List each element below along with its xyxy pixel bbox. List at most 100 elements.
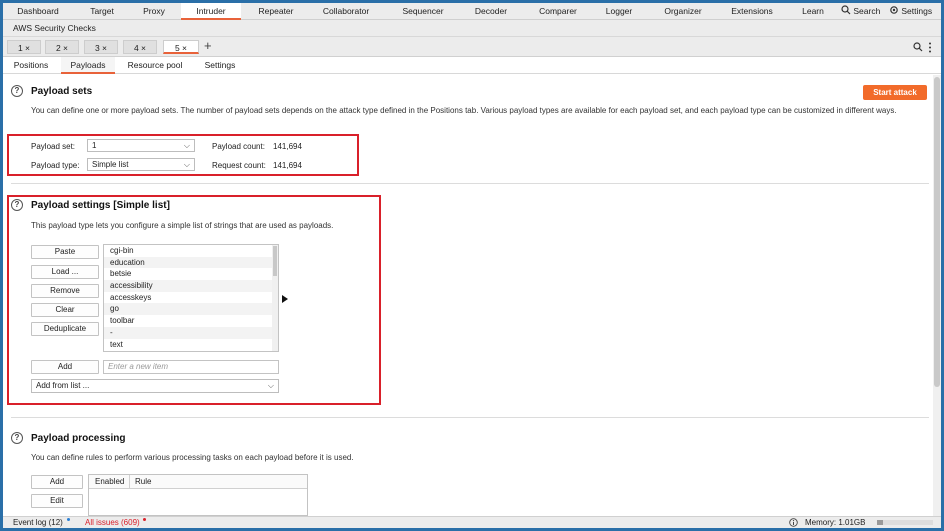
list-item[interactable]: - bbox=[104, 326, 278, 339]
new-tab-plus-icon[interactable]: + bbox=[204, 38, 212, 53]
section-divider bbox=[11, 417, 929, 418]
attack-tab-4[interactable]: 4 × bbox=[123, 40, 157, 54]
attack-tab-1[interactable]: 1 × bbox=[7, 40, 41, 54]
list-item[interactable]: toolbar bbox=[104, 315, 278, 327]
payload-count-label: Payload count: bbox=[212, 142, 265, 151]
attack-tab-2[interactable]: 2 × bbox=[45, 40, 79, 54]
status-bar: Event log (12) All issues (609) Memory: … bbox=[3, 516, 941, 528]
tab-comparer[interactable]: Comparer bbox=[527, 3, 589, 20]
memory-bar bbox=[877, 520, 933, 525]
tab-resource-pool[interactable]: Resource pool bbox=[123, 57, 187, 74]
chevron-down-icon: ⌵ bbox=[183, 141, 190, 150]
event-log-indicator bbox=[67, 518, 70, 521]
list-item[interactable]: cgi-bin bbox=[104, 245, 278, 257]
load-button[interactable]: Load ... bbox=[31, 265, 99, 279]
attack-tab-row: 1 × 2 × 3 × 4 × 5 × + bbox=[3, 37, 941, 57]
payload-processing-title: Payload processing bbox=[31, 433, 126, 444]
tab-collaborator[interactable]: Collaborator bbox=[313, 3, 379, 20]
payload-type-value: Simple list bbox=[92, 160, 129, 169]
tab-sequencer[interactable]: Sequencer bbox=[391, 3, 455, 20]
column-enabled[interactable]: Enabled bbox=[95, 475, 124, 489]
main-scroll-thumb[interactable] bbox=[934, 77, 940, 387]
top-tab-bar: Dashboard Target Proxy Intruder Repeater… bbox=[3, 3, 941, 20]
list-item[interactable]: accesskeys bbox=[104, 292, 278, 304]
settings-button[interactable]: Settings bbox=[889, 3, 932, 20]
issues-indicator bbox=[143, 518, 146, 521]
payload-set-value: 1 bbox=[92, 141, 97, 150]
payload-type-label: Payload type: bbox=[31, 161, 80, 170]
column-divider bbox=[129, 475, 130, 489]
clear-button[interactable]: Clear bbox=[31, 303, 99, 317]
list-item[interactable]: education bbox=[104, 256, 278, 269]
payload-sets-description: You can define one or more payload sets.… bbox=[31, 106, 897, 115]
processing-rules-table[interactable]: Enabled Rule bbox=[88, 474, 308, 516]
help-icon[interactable]: ? bbox=[11, 199, 23, 211]
edit-rule-button[interactable]: Edit bbox=[31, 494, 83, 508]
memory-usage: Memory: 1.01GB bbox=[805, 518, 866, 527]
tab-decoder[interactable]: Decoder bbox=[463, 3, 519, 20]
tab-logger[interactable]: Logger bbox=[594, 3, 644, 20]
tab-organizer[interactable]: Organizer bbox=[653, 3, 713, 20]
event-log-link[interactable]: Event log (12) bbox=[13, 518, 63, 528]
column-rule[interactable]: Rule bbox=[135, 475, 151, 489]
extension-tab-row: AWS Security Checks bbox=[3, 20, 941, 37]
help-icon[interactable]: ? bbox=[11, 85, 23, 97]
paste-button[interactable]: Paste bbox=[31, 245, 99, 259]
settings-label: Settings bbox=[901, 6, 933, 16]
search-button[interactable]: Search bbox=[841, 3, 880, 20]
tab-repeater[interactable]: Repeater bbox=[246, 3, 306, 20]
add-from-list-select[interactable]: Add from list ... ⌵ bbox=[31, 379, 279, 393]
list-scroll-thumb[interactable] bbox=[273, 246, 277, 276]
intruder-sub-tabs: Positions Payloads Resource pool Setting… bbox=[3, 57, 941, 74]
list-scrollbar[interactable] bbox=[272, 245, 278, 351]
list-item[interactable]: betsie bbox=[104, 268, 278, 280]
remove-button[interactable]: Remove bbox=[31, 284, 99, 298]
tab-dashboard[interactable]: Dashboard bbox=[9, 3, 67, 20]
payload-set-label: Payload set: bbox=[31, 142, 76, 151]
attack-tab-3[interactable]: 3 × bbox=[84, 40, 118, 54]
start-attack-button[interactable]: Start attack bbox=[863, 85, 927, 100]
info-icon bbox=[789, 518, 798, 527]
tab-positions[interactable]: Positions bbox=[9, 57, 53, 74]
payload-list[interactable]: cgi-bin education betsie accessibility a… bbox=[103, 244, 279, 352]
more-options-icon[interactable] bbox=[928, 42, 932, 53]
payload-settings-title: Payload settings [Simple list] bbox=[31, 200, 170, 211]
new-item-input[interactable]: Enter a new item bbox=[103, 360, 279, 374]
tab-proxy[interactable]: Proxy bbox=[131, 3, 177, 20]
section-divider bbox=[11, 183, 929, 184]
memory-bar-fill bbox=[877, 520, 883, 525]
tab-learn[interactable]: Learn bbox=[795, 3, 831, 20]
attack-tab-5[interactable]: 5 × bbox=[163, 40, 199, 54]
tab-target[interactable]: Target bbox=[76, 3, 128, 20]
list-item[interactable]: go bbox=[104, 303, 278, 316]
tab-payloads[interactable]: Payloads bbox=[61, 57, 115, 74]
expand-arrow-icon[interactable] bbox=[282, 295, 288, 303]
payload-processing-description: You can define rules to perform various … bbox=[31, 453, 354, 462]
list-item[interactable]: accessibility bbox=[104, 280, 278, 292]
add-rule-button[interactable]: Add bbox=[31, 475, 83, 489]
tab-extensions[interactable]: Extensions bbox=[721, 3, 783, 20]
deduplicate-button[interactable]: Deduplicate bbox=[31, 322, 99, 336]
list-item[interactable]: text bbox=[104, 339, 278, 351]
tab-settings[interactable]: Settings bbox=[199, 57, 241, 74]
chevron-down-icon: ⌵ bbox=[183, 160, 190, 169]
payload-settings-description: This payload type lets you configure a s… bbox=[31, 221, 334, 230]
payload-type-select[interactable]: Simple list ⌵ bbox=[87, 158, 195, 171]
burp-window: Dashboard Target Proxy Intruder Repeater… bbox=[3, 3, 941, 528]
payloads-panel: ? Payload sets Start attack You can defi… bbox=[3, 75, 933, 516]
chevron-down-icon: ⌵ bbox=[267, 381, 274, 390]
add-from-list-label: Add from list ... bbox=[36, 381, 90, 390]
add-item-button[interactable]: Add bbox=[31, 360, 99, 374]
request-count-label: Request count: bbox=[212, 161, 266, 170]
help-icon[interactable]: ? bbox=[11, 432, 23, 444]
request-count-value: 141,694 bbox=[273, 161, 302, 170]
tab-aws-security-checks[interactable]: AWS Security Checks bbox=[13, 20, 96, 36]
tab-intruder[interactable]: Intruder bbox=[181, 3, 241, 20]
gear-icon bbox=[890, 6, 898, 14]
search-icon[interactable] bbox=[913, 42, 923, 52]
payload-count-value: 141,694 bbox=[273, 142, 302, 151]
main-scrollbar[interactable] bbox=[933, 75, 941, 516]
payload-set-select[interactable]: 1 ⌵ bbox=[87, 139, 195, 152]
all-issues-link[interactable]: All issues (609) bbox=[85, 518, 140, 528]
payload-sets-title: Payload sets bbox=[31, 86, 93, 97]
